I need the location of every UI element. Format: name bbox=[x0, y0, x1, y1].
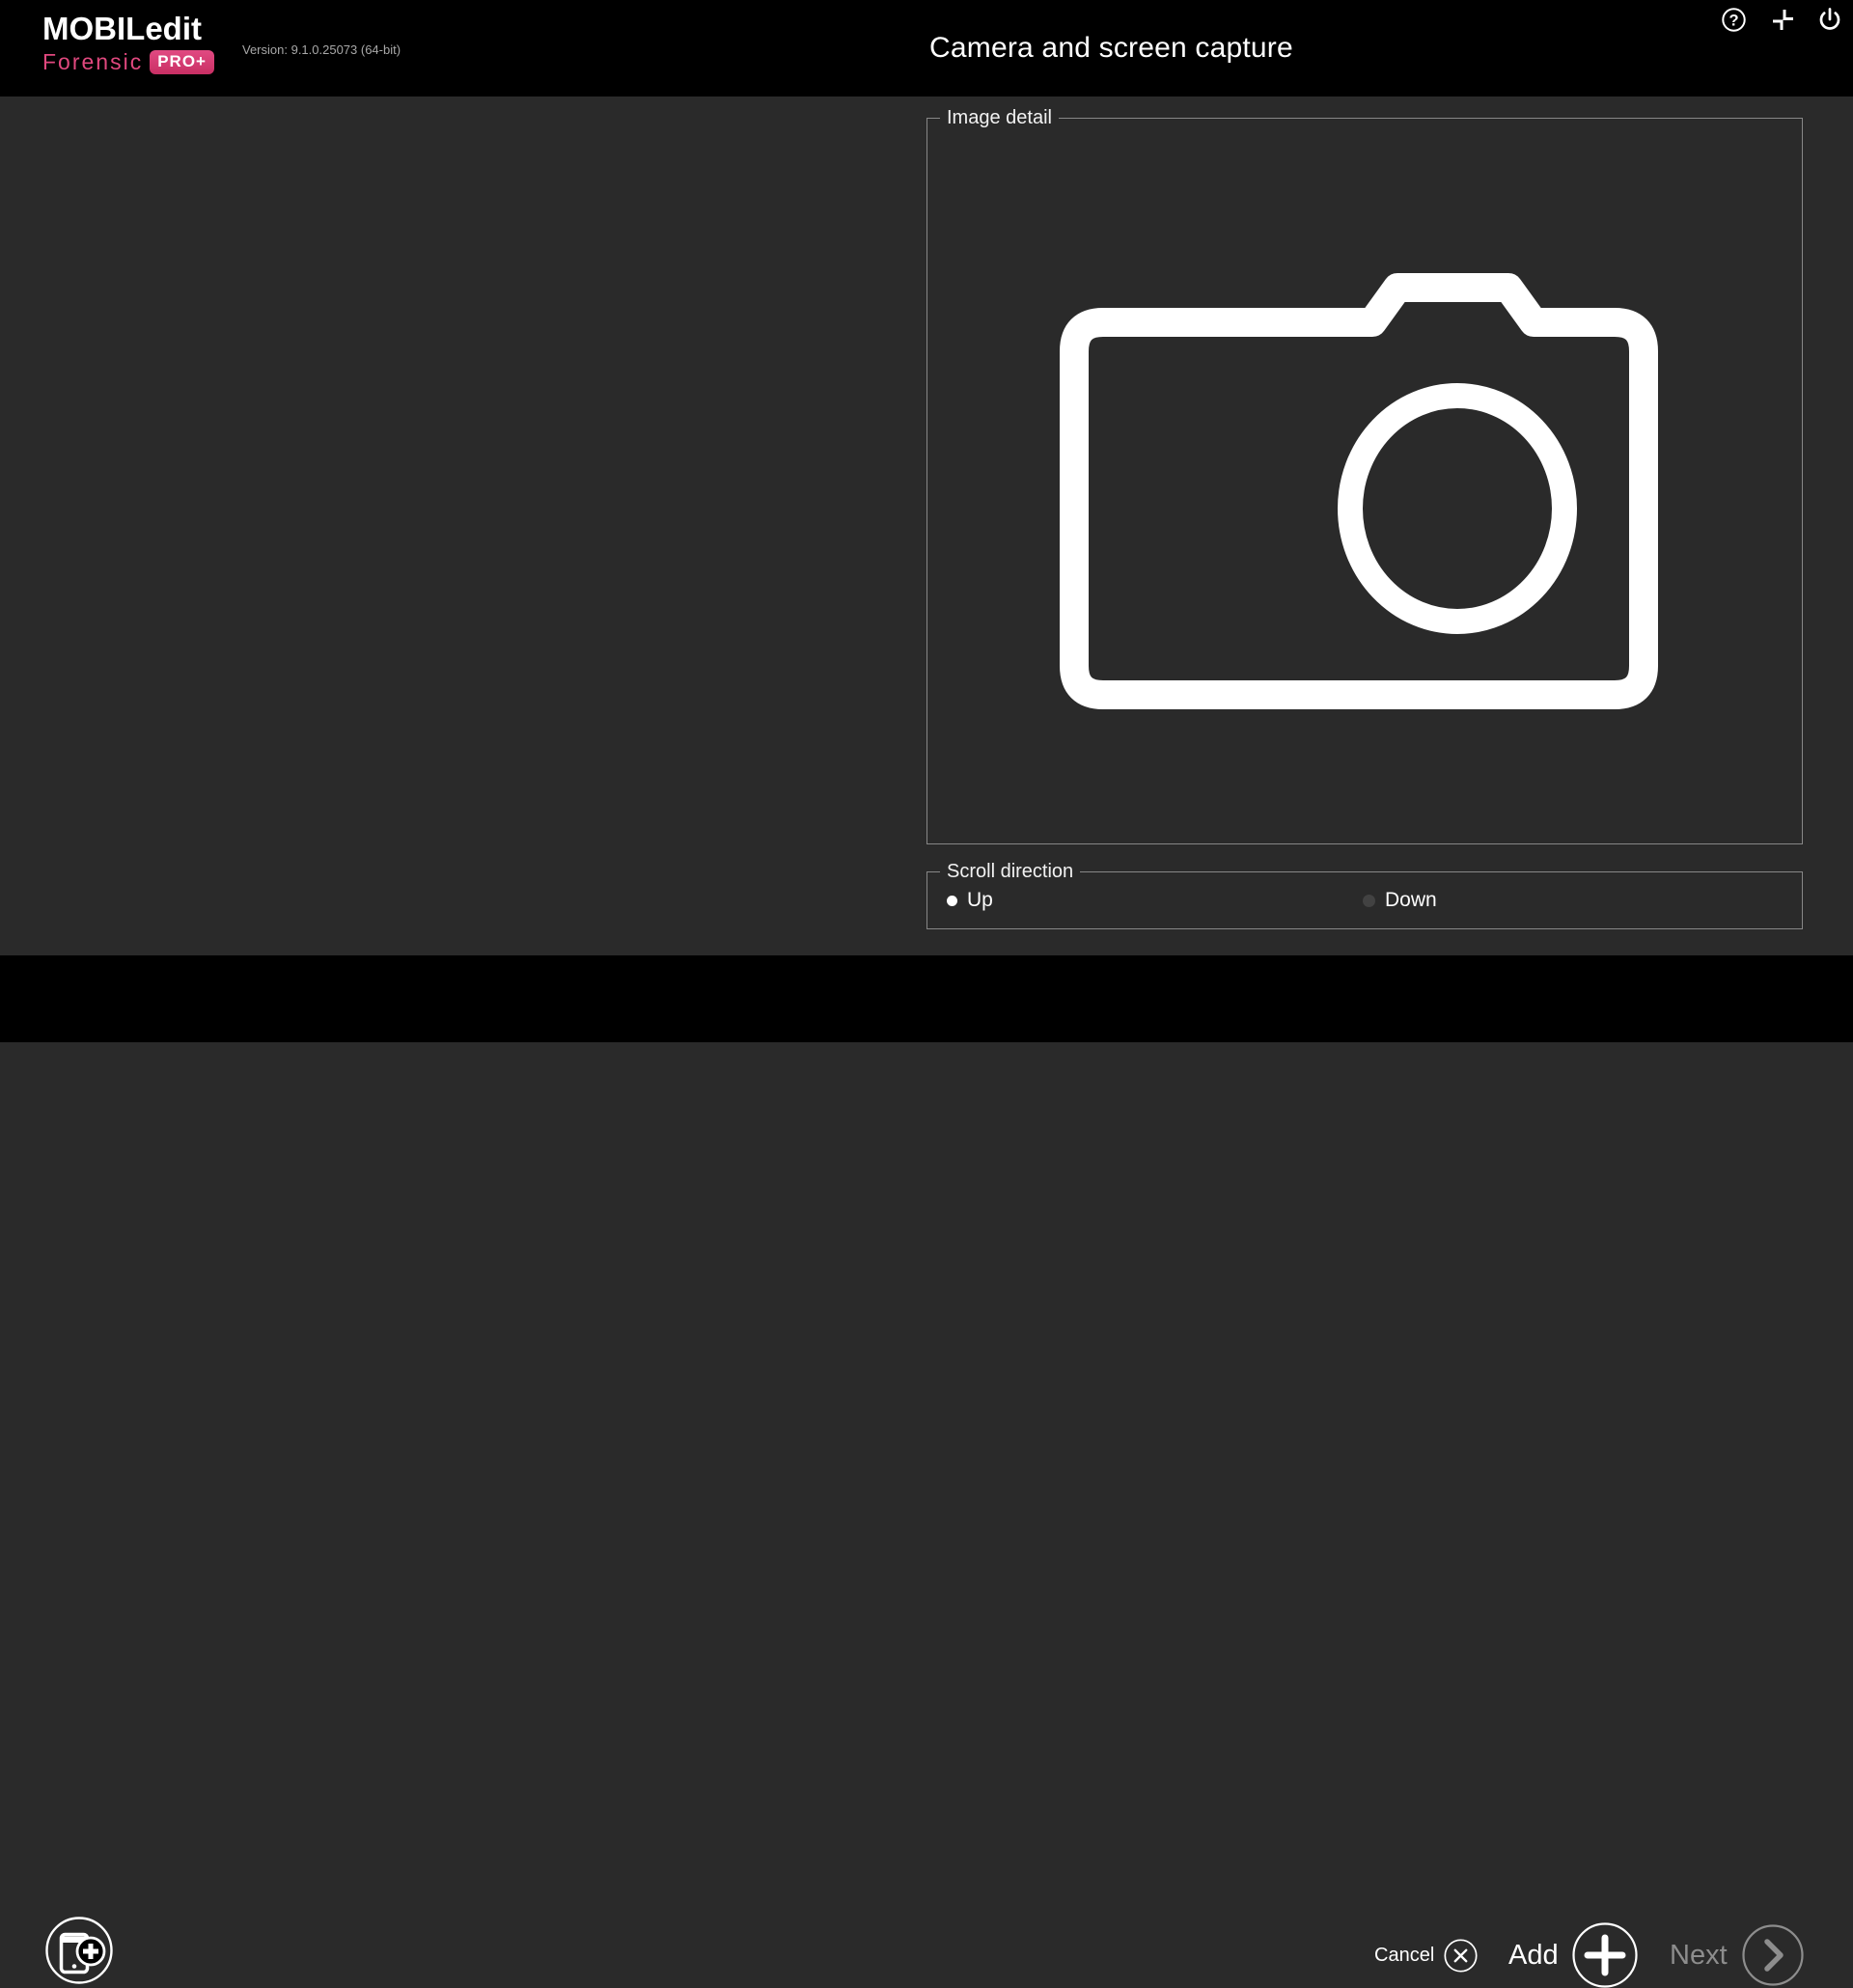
page-title: Camera and screen capture bbox=[929, 30, 1293, 67]
close-icon bbox=[1444, 1939, 1478, 1973]
image-detail-legend: Image detail bbox=[940, 106, 1059, 129]
brand-subtitle: Forensic bbox=[42, 49, 143, 74]
camera-icon bbox=[1054, 265, 1672, 729]
add-device-icon[interactable] bbox=[44, 1916, 114, 1985]
add-label: Add bbox=[1508, 1940, 1559, 1972]
radio-label: Up bbox=[967, 889, 993, 912]
bottom-bar: Cancel Add Next bbox=[0, 955, 1853, 1042]
svg-text:?: ? bbox=[1729, 13, 1738, 30]
brand-title: MOBILedit bbox=[42, 12, 214, 46]
scroll-direction-legend: Scroll direction bbox=[940, 860, 1080, 883]
dock-window-icon[interactable] bbox=[1770, 6, 1796, 32]
app-window: MOBILedit Forensic PRO+ Version: 9.1.0.2… bbox=[0, 0, 1853, 1042]
radio-label: Down bbox=[1385, 889, 1437, 912]
radio-dot-selected bbox=[947, 896, 957, 906]
brand-badge: PRO+ bbox=[150, 50, 214, 74]
radio-option-up[interactable]: Up bbox=[947, 889, 993, 912]
add-button[interactable]: Add bbox=[1508, 1922, 1638, 1988]
plus-icon bbox=[1572, 1922, 1638, 1988]
brand-logo: MOBILedit Forensic PRO+ bbox=[42, 12, 214, 74]
radio-option-down[interactable]: Down bbox=[1363, 889, 1437, 912]
power-icon[interactable] bbox=[1817, 7, 1842, 32]
radio-dot-unselected bbox=[1363, 895, 1375, 907]
chevron-right-icon bbox=[1742, 1924, 1804, 1986]
help-icon[interactable]: ? bbox=[1722, 8, 1746, 32]
version-label: Version: 9.1.0.25073 (64-bit) bbox=[242, 42, 401, 57]
cancel-label: Cancel bbox=[1374, 1945, 1434, 1967]
top-bar: MOBILedit Forensic PRO+ Version: 9.1.0.2… bbox=[0, 0, 1853, 97]
cancel-button[interactable]: Cancel bbox=[1374, 1938, 1478, 1973]
next-label: Next bbox=[1670, 1940, 1728, 1972]
next-button[interactable]: Next bbox=[1670, 1924, 1804, 1986]
